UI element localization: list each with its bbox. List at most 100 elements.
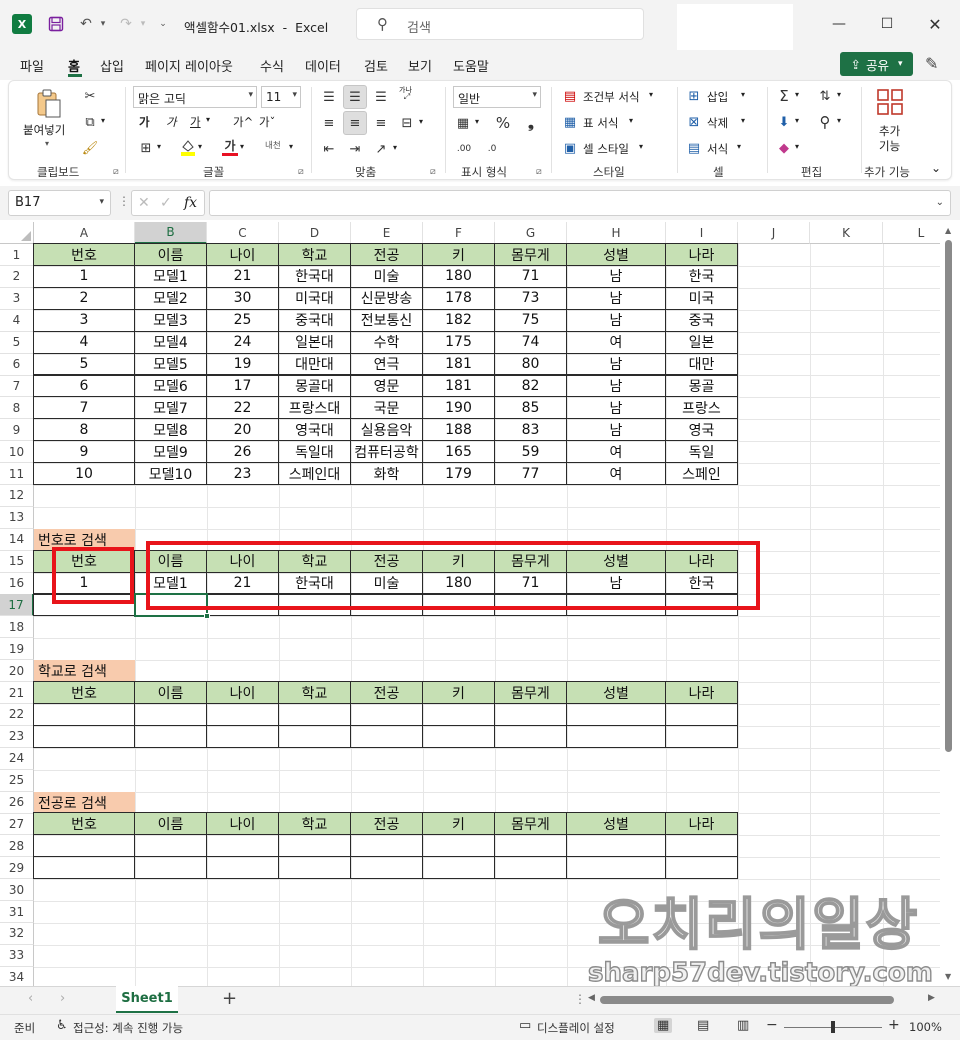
table-cell[interactable]: 8 xyxy=(33,418,135,442)
table-cell[interactable] xyxy=(566,724,666,748)
search-by-school-label[interactable]: 학교로 검색 xyxy=(34,660,135,683)
table-cell[interactable]: 몽골 xyxy=(665,374,738,398)
zoom-in-icon[interactable]: + xyxy=(888,1017,900,1033)
row-header-16[interactable]: 16 xyxy=(0,572,34,595)
table-cell[interactable]: 26 xyxy=(206,440,279,464)
page-break-view-icon[interactable]: ▥ xyxy=(737,1018,749,1033)
table-cell[interactable] xyxy=(350,724,423,748)
account-area[interactable] xyxy=(677,4,793,52)
table-cell[interactable]: 모델6 xyxy=(134,374,207,398)
row-header-9[interactable]: 9 xyxy=(0,419,34,442)
table-header-cell[interactable]: 몸무게 xyxy=(494,243,567,266)
worksheet-grid[interactable]: ABCDEFGHIJKL 1 2 3 4 5 6 7 8 9 10 11 12 13 14 15 16 17 18… xyxy=(0,222,960,986)
fill-color-dropdown-icon[interactable]: ▾ xyxy=(198,142,202,151)
table-cell[interactable]: 19 xyxy=(206,352,279,376)
table-cell[interactable]: 74 xyxy=(494,330,567,354)
table-header-cell[interactable]: 나이 xyxy=(206,681,279,704)
shrink-font-button[interactable]: 가ˇ xyxy=(259,114,275,130)
table-cell[interactable]: 대만대 xyxy=(278,352,351,376)
table-cell[interactable]: 한국대 xyxy=(278,264,351,288)
table-header-cell[interactable]: 전공 xyxy=(350,812,423,836)
tab-splitter-icon[interactable]: ⋮ xyxy=(574,992,586,1006)
table-cell[interactable]: 182 xyxy=(422,308,495,332)
bold-button[interactable]: 가 xyxy=(139,114,150,130)
table-cell[interactable]: 10 xyxy=(33,462,135,485)
format-dropdown-icon[interactable]: ▾ xyxy=(737,142,741,151)
row-header-30[interactable]: 30 xyxy=(0,879,34,902)
conditional-formatting-icon[interactable]: ▤ xyxy=(561,87,579,105)
row-header-7[interactable]: 7 xyxy=(0,375,34,398)
scroll-left-icon[interactable]: ◀ xyxy=(588,993,595,1003)
table-cell[interactable] xyxy=(665,702,738,726)
table-cell[interactable]: 22 xyxy=(206,396,279,420)
column-header-e[interactable]: E xyxy=(351,222,423,244)
row-header-3[interactable]: 3 xyxy=(0,287,34,310)
table-header-cell[interactable]: 나이 xyxy=(206,243,279,266)
table-header-cell[interactable]: 키 xyxy=(422,681,495,704)
orientation-dropdown-icon[interactable]: ▾ xyxy=(393,143,397,152)
table-cell[interactable]: 화학 xyxy=(350,462,423,485)
table-header-cell[interactable]: 키 xyxy=(422,243,495,266)
table-cell[interactable]: 5 xyxy=(33,352,135,376)
align-center-icon[interactable]: ≡ xyxy=(343,111,367,135)
table-cell[interactable]: 대만 xyxy=(665,352,738,376)
row-header-5[interactable]: 5 xyxy=(0,331,34,354)
tab-view[interactable]: 보기 xyxy=(408,56,432,75)
format-cells-icon[interactable]: ▤ xyxy=(685,139,703,157)
table-cell[interactable] xyxy=(494,856,567,880)
table-header-cell[interactable]: 학교 xyxy=(278,243,351,266)
copy-dropdown-icon[interactable]: ▾ xyxy=(101,116,105,125)
tab-insert[interactable]: 삽입 xyxy=(100,56,124,75)
cut-icon[interactable]: ✂ xyxy=(81,87,99,105)
vertical-scrollbar[interactable]: ▲ ▼ xyxy=(940,222,960,986)
row-header-29[interactable]: 29 xyxy=(0,857,34,880)
accessibility-status[interactable]: 접근성: 계속 진행 가능 xyxy=(73,1020,183,1036)
number-launcher-icon[interactable]: ⧄ xyxy=(536,167,542,177)
table-cell[interactable]: 178 xyxy=(422,286,495,310)
find-select-dropdown-icon[interactable]: ▾ xyxy=(837,116,841,125)
row-header-21[interactable]: 21 xyxy=(0,682,34,704)
table-cell[interactable]: 모델9 xyxy=(134,440,207,464)
table-cell[interactable]: 영국 xyxy=(665,418,738,442)
insert-cells-icon[interactable]: ⊞ xyxy=(685,87,703,105)
table-header-cell[interactable]: 성별 xyxy=(566,681,666,704)
clipboard-launcher-icon[interactable]: ⧄ xyxy=(113,167,119,177)
maximize-button[interactable]: ☐ xyxy=(875,12,899,36)
table-cell[interactable] xyxy=(350,856,423,880)
table-cell[interactable] xyxy=(33,702,135,726)
table-cell[interactable]: 모델5 xyxy=(134,352,207,376)
font-launcher-icon[interactable]: ⧄ xyxy=(298,167,304,177)
insert-dropdown-icon[interactable]: ▾ xyxy=(741,90,745,99)
alignment-launcher-icon[interactable]: ⧄ xyxy=(430,167,436,177)
tab-help[interactable]: 도움말 xyxy=(453,56,489,75)
format-as-table-dropdown-icon[interactable]: ▾ xyxy=(629,116,633,125)
table-cell[interactable]: 17 xyxy=(206,374,279,398)
enter-icon[interactable]: ✓ xyxy=(160,195,172,211)
row-header-34[interactable]: 34 xyxy=(0,966,34,986)
align-middle-icon[interactable]: ☰ xyxy=(343,85,367,109)
tab-home[interactable]: 홈 xyxy=(68,56,80,75)
table-cell[interactable] xyxy=(422,702,495,726)
table-cell[interactable] xyxy=(278,702,351,726)
table-cell[interactable]: 24 xyxy=(206,330,279,354)
table-cell[interactable] xyxy=(278,724,351,748)
table-header-cell[interactable]: 이름 xyxy=(134,681,207,704)
comments-icon[interactable]: ✎ xyxy=(925,54,938,73)
table-cell[interactable] xyxy=(134,856,207,880)
add-ins-icon[interactable] xyxy=(875,87,905,117)
row-header-14[interactable]: 14 xyxy=(0,528,34,551)
align-top-icon[interactable]: ☰ xyxy=(319,87,339,107)
table-cell[interactable] xyxy=(665,834,738,858)
table-header-cell[interactable]: 몸무게 xyxy=(494,812,567,836)
table-header-cell[interactable]: 성별 xyxy=(566,812,666,836)
insert-function-button[interactable]: fx xyxy=(184,195,197,211)
add-ins-label-2[interactable]: 기능 xyxy=(879,138,900,154)
format-as-table-button[interactable]: 표 서식 xyxy=(583,115,618,131)
table-cell[interactable]: 73 xyxy=(494,286,567,310)
undo-icon[interactable]: ↶ xyxy=(76,14,96,34)
cell-styles-button[interactable]: 셀 스타일 xyxy=(583,141,629,157)
table-cell[interactable]: 남 xyxy=(566,264,666,288)
column-header-i[interactable]: I xyxy=(666,222,738,244)
search-by-major-label[interactable]: 전공로 검색 xyxy=(34,791,135,814)
underline-dropdown-icon[interactable]: ▾ xyxy=(206,115,210,124)
